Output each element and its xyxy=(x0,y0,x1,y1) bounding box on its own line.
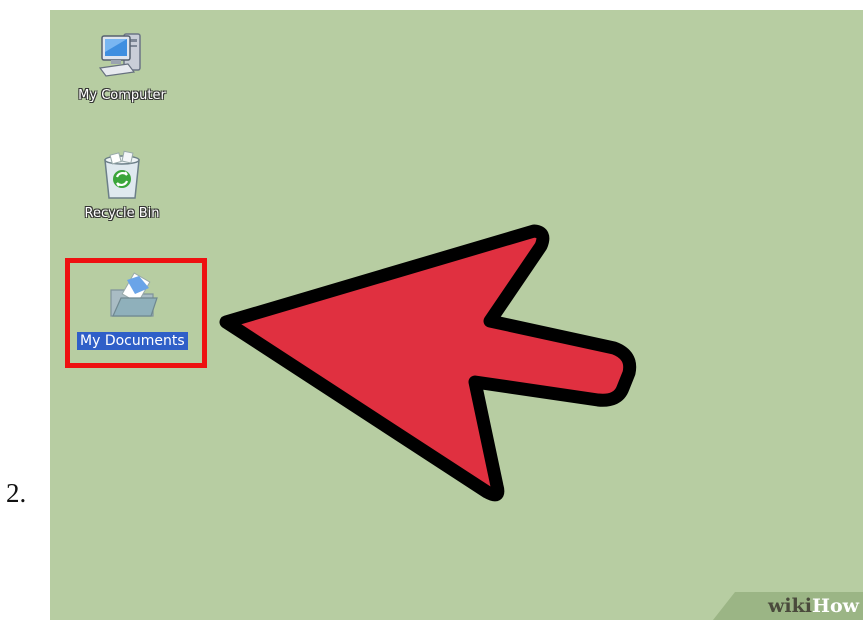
desktop[interactable]: My Computer Recycle Bin My Documents wik… xyxy=(50,10,863,620)
step-number: 2. xyxy=(6,478,27,508)
watermark-text: wikiHow xyxy=(768,592,859,620)
watermark-how: How xyxy=(812,595,859,617)
pointer-arrow-annotation xyxy=(219,224,637,502)
tutorial-step: 2. My Computer Recycle Bin My Documents … xyxy=(0,0,863,620)
wikihow-watermark: wikiHow xyxy=(703,586,863,620)
watermark-wiki: wiki xyxy=(768,595,813,617)
